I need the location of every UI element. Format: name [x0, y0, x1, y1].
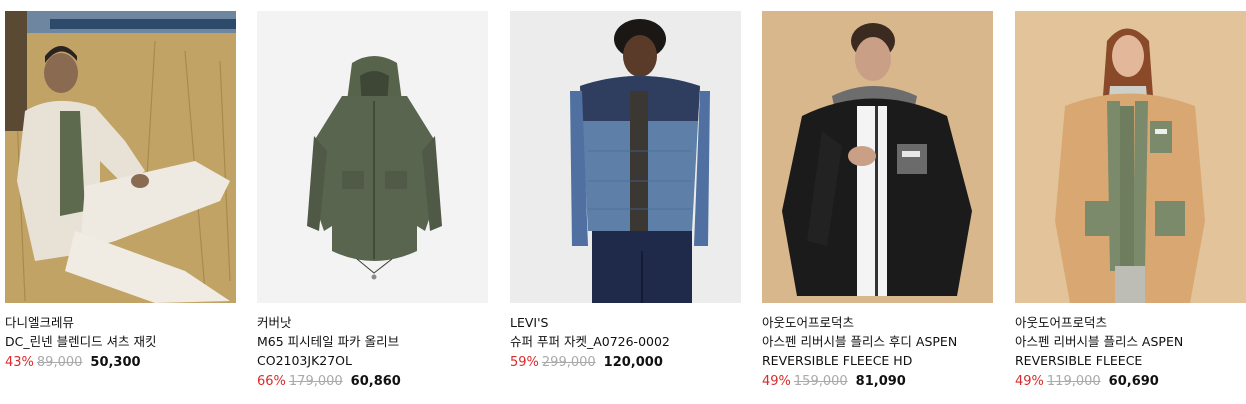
product-brand[interactable]: 커버낫	[257, 314, 488, 332]
discount-rate: 43%	[5, 355, 34, 370]
product-image[interactable]	[5, 11, 236, 303]
product-name-line[interactable]: 슈퍼 푸퍼 자켓_A0726-0002	[510, 332, 741, 351]
price-row: 59% 299,000 120,000	[510, 354, 741, 372]
original-price: 299,000	[541, 355, 596, 370]
product-image[interactable]	[762, 11, 993, 303]
product-photo	[257, 11, 488, 303]
product-photo	[510, 11, 741, 303]
discount-rate: 66%	[257, 374, 286, 389]
product-name-line[interactable]: 아스펜 리버시블 플리스 ASPEN	[1015, 332, 1246, 351]
product-name-line[interactable]: M65 피시테일 파카 올리브	[257, 332, 488, 351]
product-grid: 다니엘크레뮤 DC_린넨 블렌디드 셔츠 재킷 43% 89,000 50,300	[0, 0, 1246, 404]
product-brand[interactable]: 아웃도어프로덕츠	[1015, 314, 1246, 332]
original-price: 89,000	[36, 355, 83, 370]
sale-price: 120,000	[603, 355, 663, 370]
product-image[interactable]	[510, 11, 741, 303]
price-row: 49% 119,000 60,690	[1015, 373, 1246, 391]
original-price: 119,000	[1046, 374, 1101, 389]
product-image[interactable]	[1015, 11, 1246, 303]
product-name-line[interactable]: REVERSIBLE FLEECE HD	[762, 351, 993, 370]
product-name-line[interactable]: 아스펜 리버시블 플리스 후디 ASPEN	[762, 332, 993, 351]
product-image[interactable]	[257, 11, 488, 303]
product-photo	[762, 11, 993, 303]
original-price: 159,000	[793, 374, 848, 389]
product-brand[interactable]: 다니엘크레뮤	[5, 314, 236, 332]
product-card[interactable]: 아웃도어프로덕츠 아스펜 리버시블 플리스 후디 ASPEN REVERSIBL…	[762, 11, 993, 391]
product-brand[interactable]: LEVI'S	[510, 314, 741, 332]
sale-price: 81,090	[855, 374, 906, 389]
sale-price: 60,860	[350, 374, 401, 389]
product-card[interactable]: 커버낫 M65 피시테일 파카 올리브 CO2103JK27OL 66% 179,…	[257, 11, 488, 391]
sale-price: 60,690	[1108, 374, 1159, 389]
original-price: 179,000	[288, 374, 343, 389]
product-card[interactable]: 아웃도어프로덕츠 아스펜 리버시블 플리스 ASPEN REVERSIBLE F…	[1015, 11, 1246, 391]
product-brand[interactable]: 아웃도어프로덕츠	[762, 314, 993, 332]
product-name-line[interactable]: REVERSIBLE FLEECE	[1015, 351, 1246, 370]
discount-rate: 49%	[762, 374, 791, 389]
product-card[interactable]: LEVI'S 슈퍼 푸퍼 자켓_A0726-0002 59% 299,000 120…	[510, 11, 741, 372]
product-card[interactable]: 다니엘크레뮤 DC_린넨 블렌디드 셔츠 재킷 43% 89,000 50,300	[5, 11, 236, 372]
price-row: 43% 89,000 50,300	[5, 354, 236, 372]
product-photo	[1015, 11, 1246, 303]
price-row: 66% 179,000 60,860	[257, 373, 488, 391]
discount-rate: 49%	[1015, 374, 1044, 389]
discount-rate: 59%	[510, 355, 539, 370]
product-photo	[5, 11, 236, 303]
sale-price: 50,300	[90, 355, 141, 370]
product-name-line[interactable]: CO2103JK27OL	[257, 351, 488, 370]
price-row: 49% 159,000 81,090	[762, 373, 993, 391]
product-name-line[interactable]: DC_린넨 블렌디드 셔츠 재킷	[5, 332, 236, 351]
